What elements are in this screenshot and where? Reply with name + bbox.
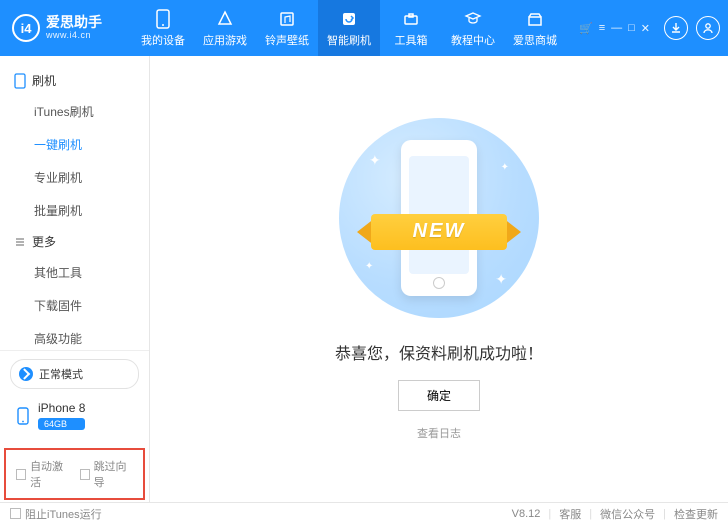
- cart-icon[interactable]: 🛒: [579, 22, 593, 35]
- nav-label: 应用游戏: [203, 32, 247, 48]
- storage-badge: 64GB: [38, 418, 85, 430]
- main-content: ✦ ✦ ✦ ✦ NEW 恭喜您，保资料刷机成功啦！ 确定 查看日志: [150, 56, 728, 502]
- success-message: 恭喜您，保资料刷机成功啦！: [335, 340, 543, 364]
- sidebar-item-pro-flash[interactable]: 专业刷机: [0, 161, 149, 194]
- mode-label: 正常模式: [39, 366, 83, 382]
- top-nav: 我的设备 应用游戏 铃声壁纸 智能刷机 工具箱 教程中心 爱思商城: [132, 0, 566, 56]
- brand-logo: i4 爱思助手 www.i4.cn: [12, 14, 132, 42]
- mode-indicator[interactable]: 正常模式: [10, 359, 139, 389]
- checkbox-block-itunes[interactable]: 阻止iTunes运行: [10, 506, 102, 522]
- statusbar: 阻止iTunes运行 V8.12 | 客服 | 微信公众号 | 检查更新: [0, 502, 728, 524]
- ribbon-text: NEW: [371, 214, 507, 250]
- device-icon: [14, 407, 32, 425]
- footer-link-update[interactable]: 检查更新: [674, 506, 718, 522]
- brand-title: 爱思助手: [46, 15, 102, 30]
- nav-label: 爱思商城: [513, 32, 557, 48]
- list-icon: [14, 236, 26, 248]
- nav-tutorial[interactable]: 教程中心: [442, 0, 504, 56]
- refresh-icon: [19, 367, 33, 381]
- nav-ringtone[interactable]: 铃声壁纸: [256, 0, 318, 56]
- checkbox-label: 跳过向导: [94, 458, 133, 490]
- new-ribbon: NEW: [357, 210, 521, 254]
- sidebar-item-other-tools[interactable]: 其他工具: [0, 256, 149, 289]
- version-label: V8.12: [512, 508, 541, 520]
- sidebar-group-title: 更多: [32, 233, 56, 250]
- checkbox-skip-guide[interactable]: 跳过向导: [80, 458, 134, 490]
- minimize-button[interactable]: —: [611, 22, 622, 34]
- ok-button[interactable]: 确定: [398, 380, 480, 411]
- sidebar-group-title: 刷机: [32, 72, 56, 89]
- checkbox-label: 阻止iTunes运行: [25, 506, 102, 522]
- nav-tools[interactable]: 工具箱: [380, 0, 442, 56]
- sidebar: 刷机 iTunes刷机 一键刷机 专业刷机 批量刷机 更多 其他工具 下载固件 …: [0, 56, 150, 502]
- window-controls: 🛒 ≡ — □ ✕: [579, 22, 650, 35]
- sidebar-item-advanced[interactable]: 高级功能: [0, 322, 149, 350]
- nav-store[interactable]: 爱思商城: [504, 0, 566, 56]
- sidebar-item-itunes-flash[interactable]: iTunes刷机: [0, 95, 149, 128]
- brand-url: www.i4.cn: [46, 31, 102, 41]
- view-log-link[interactable]: 查看日志: [417, 425, 461, 441]
- nav-apps[interactable]: 应用游戏: [194, 0, 256, 56]
- nav-label: 教程中心: [451, 32, 495, 48]
- nav-my-device[interactable]: 我的设备: [132, 0, 194, 56]
- sidebar-item-download-firmware[interactable]: 下载固件: [0, 289, 149, 322]
- maximize-button[interactable]: □: [628, 22, 635, 34]
- logo-icon: i4: [12, 14, 40, 42]
- nav-label: 我的设备: [141, 32, 185, 48]
- user-icon[interactable]: [696, 16, 720, 40]
- success-illustration: ✦ ✦ ✦ ✦ NEW: [339, 118, 539, 318]
- device-name: iPhone 8: [38, 401, 85, 415]
- download-icon[interactable]: [664, 16, 688, 40]
- nav-label: 智能刷机: [327, 32, 371, 48]
- footer-link-wechat[interactable]: 微信公众号: [600, 506, 655, 522]
- sidebar-group-flash[interactable]: 刷机: [0, 66, 149, 95]
- sidebar-item-oneclick-flash[interactable]: 一键刷机: [0, 128, 149, 161]
- menu-icon[interactable]: ≡: [599, 22, 605, 34]
- nav-label: 工具箱: [395, 32, 428, 48]
- sidebar-group-more[interactable]: 更多: [0, 227, 149, 256]
- checkbox-auto-activate[interactable]: 自动激活: [16, 458, 70, 490]
- nav-flash[interactable]: 智能刷机: [318, 0, 380, 56]
- options-highlight: 自动激活 跳过向导: [4, 448, 145, 500]
- phone-icon: [14, 73, 26, 89]
- device-block[interactable]: iPhone 8 64GB: [10, 397, 139, 434]
- nav-label: 铃声壁纸: [265, 32, 309, 48]
- footer-link-support[interactable]: 客服: [559, 506, 581, 522]
- titlebar: i4 爱思助手 www.i4.cn 我的设备 应用游戏 铃声壁纸 智能刷机 工具…: [0, 0, 728, 56]
- checkbox-label: 自动激活: [30, 458, 69, 490]
- close-button[interactable]: ✕: [641, 22, 650, 35]
- sidebar-item-batch-flash[interactable]: 批量刷机: [0, 194, 149, 227]
